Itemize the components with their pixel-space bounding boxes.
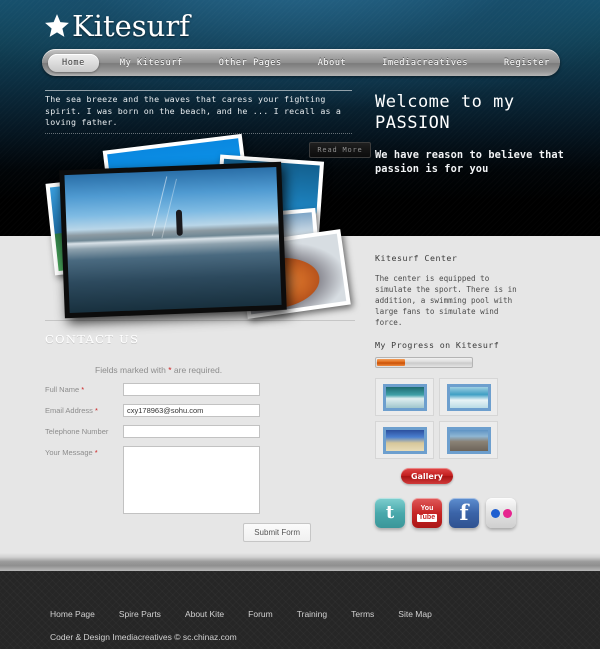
intro-quote-text: The sea breeze and the waves that caress… — [45, 94, 342, 127]
contact-section: CONTACT US Fields marked with * are requ… — [45, 320, 355, 542]
footer-link-forum[interactable]: Forum — [248, 609, 273, 619]
gallery-thumbnail-grid — [375, 378, 498, 459]
full-name-input[interactable] — [123, 383, 260, 396]
youtube-icon[interactable]: You Tube — [412, 498, 442, 528]
progress-bar — [375, 357, 473, 368]
hero-photo-collage — [45, 133, 356, 319]
collage-photo-main-kitesurfer — [59, 161, 287, 319]
sidebar: Kitesurf Center The center is equipped t… — [375, 253, 535, 528]
label-your-message-text: Your Message — [45, 448, 93, 457]
intro-quote-block: The sea breeze and the waves that caress… — [45, 90, 352, 134]
read-more-button[interactable]: Read More — [309, 142, 371, 158]
site-footer: Home Page Spire Parts About Kite Forum T… — [0, 571, 600, 649]
your-message-textarea[interactable] — [123, 446, 260, 514]
label-your-message: Your Message * — [45, 448, 98, 457]
gallery-button[interactable]: Gallery — [401, 468, 453, 484]
contact-divider — [45, 320, 355, 321]
welcome-block: Welcome to my PASSION We have reason to … — [375, 92, 590, 176]
field-row-message: Your Message * — [45, 446, 355, 514]
label-telephone-number: Telephone Number — [45, 425, 123, 436]
footer-link-about-kite[interactable]: About Kite — [185, 609, 224, 619]
footer-link-site-map[interactable]: Site Map — [398, 609, 432, 619]
footer-link-home-page[interactable]: Home Page — [50, 609, 95, 619]
twitter-icon[interactable]: t — [375, 498, 405, 528]
submit-form-button[interactable]: Submit Form — [243, 523, 311, 542]
field-row-email: Email Address * — [45, 404, 355, 417]
nav-item-other-pages[interactable]: Other Pages — [210, 54, 291, 72]
submit-row: Submit Form — [45, 523, 355, 542]
required-fields-note: Fields marked with * are required. — [95, 365, 355, 375]
field-row-full-name: Full Name * — [45, 383, 355, 396]
site-logo-text: Kitesurf — [72, 9, 190, 43]
label-full-name-text: Full Name — [45, 385, 80, 394]
gallery-thumb-4[interactable] — [439, 421, 498, 459]
field-row-telephone: Telephone Number — [45, 425, 355, 438]
welcome-title: Welcome to my PASSION — [375, 92, 515, 133]
nav-item-my-kitesurf[interactable]: My Kitesurf — [111, 54, 192, 72]
email-address-input[interactable] — [123, 404, 260, 417]
label-email-address-text: Email Address — [45, 406, 93, 415]
contact-heading: CONTACT US — [45, 332, 140, 346]
social-links: t You Tube f — [375, 498, 535, 528]
site-logo[interactable]: Kitesurf — [44, 11, 190, 41]
label-email-address: Email Address * — [45, 406, 98, 415]
label-telephone-number-text: Telephone Number — [45, 427, 109, 436]
facebook-icon[interactable]: f — [449, 498, 479, 528]
section-divider-gradient — [0, 553, 600, 571]
gallery-thumb-3[interactable] — [375, 421, 434, 459]
footer-link-spire-parts[interactable]: Spire Parts — [119, 609, 161, 619]
required-note-post: are required. — [171, 365, 223, 375]
telephone-number-input[interactable] — [123, 425, 260, 438]
main-navigation: Home My Kitesurf Other Pages About Imedi… — [42, 49, 560, 76]
footer-copyright: Coder & Design Imediacreatives © sc.chin… — [50, 632, 237, 642]
footer-link-training[interactable]: Training — [297, 609, 327, 619]
sidebar-center-title: Kitesurf Center — [375, 253, 458, 263]
flickr-icon[interactable] — [486, 498, 516, 528]
welcome-subtitle: We have reason to believe that passion i… — [375, 149, 564, 175]
gallery-thumb-2[interactable] — [439, 378, 498, 416]
gallery-thumb-1[interactable] — [375, 378, 434, 416]
sidebar-center-body: The center is equipped to simulate the s… — [375, 274, 517, 327]
label-full-name: Full Name * — [45, 385, 85, 394]
sidebar-progress-title: My Progress on Kitesurf — [375, 340, 500, 350]
footer-link-terms[interactable]: Terms — [351, 609, 374, 619]
footer-links: Home Page Spire Parts About Kite Forum T… — [50, 609, 432, 619]
star-icon — [45, 14, 69, 37]
page-root: Kitesurf Home My Kitesurf Other Pages Ab… — [0, 0, 600, 649]
nav-item-imediacreatives[interactable]: Imediacreatives — [373, 54, 477, 72]
nav-item-home[interactable]: Home — [48, 53, 99, 72]
progress-bar-fill — [377, 359, 406, 366]
nav-item-register[interactable]: Register — [495, 54, 559, 72]
footer-inner: Home Page Spire Parts About Kite Forum T… — [50, 609, 432, 642]
required-note-pre: Fields marked with — [95, 365, 169, 375]
nav-item-about[interactable]: About — [309, 54, 356, 72]
